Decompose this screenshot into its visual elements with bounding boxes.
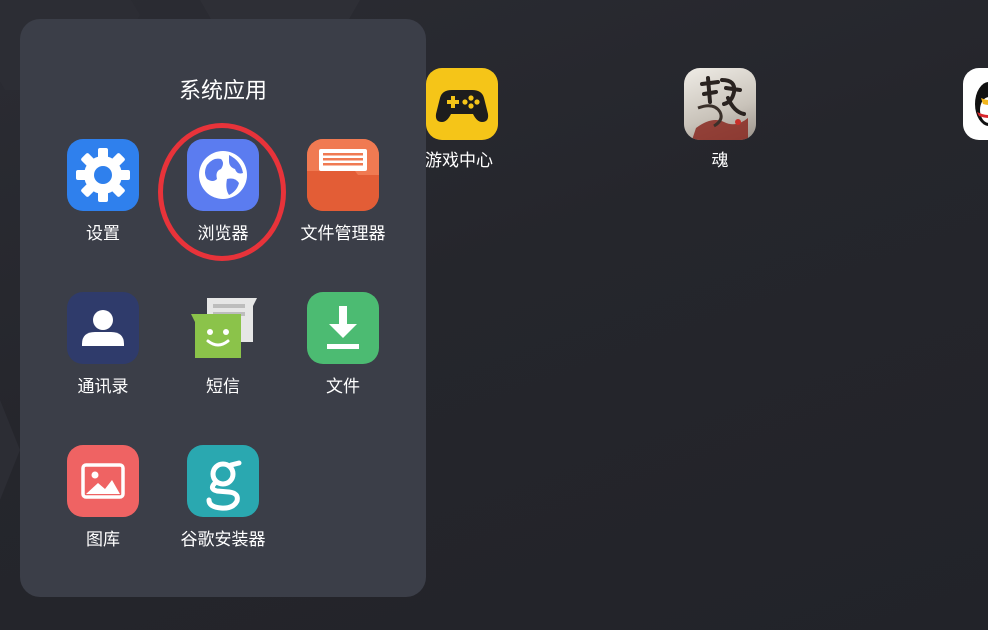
contacts-person-icon — [67, 292, 139, 364]
file-manager-folder-icon — [307, 139, 379, 211]
app-files[interactable]: 文件 — [288, 292, 398, 398]
app-label-gallery: 图库 — [86, 530, 120, 550]
app-label-file-manager: 文件管理器 — [300, 224, 386, 244]
app-label-files: 文件 — [326, 377, 360, 397]
qq-penguin-icon — [963, 68, 988, 140]
app-contacts[interactable]: 通讯录 — [48, 292, 158, 398]
app-google-installer[interactable]: 谷歌安装器 — [168, 445, 278, 551]
google-installer-g-icon — [187, 445, 259, 517]
app-label-settings: 设置 — [86, 224, 120, 244]
folder-title: 系统应用 — [178, 79, 267, 104]
app-label-google-installer: 谷歌安装器 — [180, 530, 266, 550]
download-arrow-icon — [307, 292, 379, 364]
browser-highlight-circle — [158, 123, 286, 261]
app-label-sms: 短信 — [206, 377, 240, 397]
app-file-manager[interactable]: 文件管理器 — [288, 139, 398, 245]
app-label-contacts: 通讯录 — [77, 377, 129, 397]
desktop-app-hun[interactable]: 魂 — [665, 68, 775, 172]
app-gallery[interactable]: 图库 — [48, 445, 158, 551]
sms-smiley-bubble-icon — [187, 292, 259, 364]
hun-game-art-icon — [684, 68, 756, 140]
desktop-app-label: 魂 — [711, 151, 729, 171]
system-apps-folder: 系统应用 设置 浏览器 文件管理器 通讯录 短信 文件 图库 谷歌安装器 — [20, 19, 426, 597]
app-settings[interactable]: 设置 — [48, 139, 158, 245]
app-sms[interactable]: 短信 — [168, 292, 278, 398]
gallery-image-icon — [67, 445, 139, 517]
settings-gear-icon — [67, 139, 139, 211]
background-hexagon — [0, 400, 20, 500]
desktop-app-qq[interactable] — [963, 68, 988, 140]
gamepad-icon — [426, 68, 498, 140]
